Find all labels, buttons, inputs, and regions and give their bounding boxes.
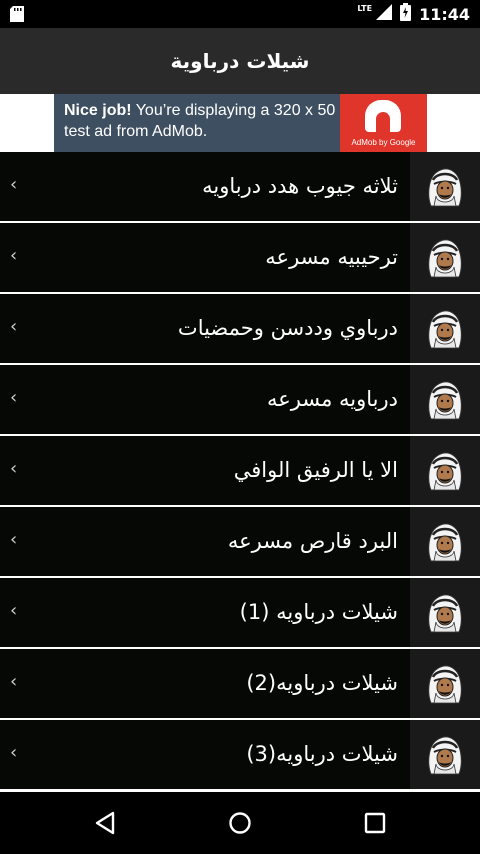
list-item[interactable]: ‹ ثلاثه جيوب هدد درباويه [0,152,480,221]
admob-logo-text: AdMob by Google [351,138,416,147]
list-item-label: ثلاثه جيوب هدد درباويه [202,174,398,198]
man-with-shemagh-icon [428,665,462,703]
avatar [410,223,480,292]
list-item[interactable]: ‹ الا يا الرفيق الوافي [0,436,480,505]
man-with-shemagh-icon [428,381,462,419]
chevron-left-icon: ‹ [10,600,18,621]
navigation-bar [0,792,480,854]
song-list: ‹ ثلاثه جيوب هدد درباويه ‹ ترحيبيه مسرعه [0,152,480,792]
signal-icon [376,4,393,24]
chevron-left-icon: ‹ [10,529,18,550]
avatar [410,436,480,505]
back-triangle-icon[interactable] [88,806,122,840]
chevron-left-icon: ‹ [10,671,18,692]
home-circle-icon[interactable] [223,806,257,840]
man-with-shemagh-icon [428,168,462,206]
chevron-left-icon: ‹ [10,316,18,337]
ad-container: Nice job! You’re displaying a 320 x 50 t… [0,94,480,152]
man-with-shemagh-icon [428,310,462,348]
chevron-left-icon: ‹ [10,742,18,763]
chevron-left-icon: ‹ [10,387,18,408]
list-item-label: درباويه مسرعه [266,387,398,411]
avatar [410,578,480,647]
chevron-left-icon: ‹ [10,458,18,479]
list-item-label: شيلات درباويه (1) [239,600,398,624]
ad-banner[interactable]: Nice job! You’re displaying a 320 x 50 t… [54,94,427,152]
list-item[interactable]: ‹ درباوي وددسن وحمضيات [0,294,480,363]
clock: 11:44 [419,4,470,24]
page-title: شيلات درباوية [170,49,310,73]
list-item-label: درباوي وددسن وحمضيات [177,316,398,340]
avatar [410,720,480,789]
list-item-label: شيلات درباويه(3) [246,742,398,766]
man-with-shemagh-icon [428,239,462,277]
list-item[interactable]: ‹ شيلات درباويه(2) [0,649,480,718]
ad-text: Nice job! You’re displaying a 320 x 50 t… [54,94,340,152]
man-with-shemagh-icon [428,594,462,632]
list-item-label: شيلات درباويه(2) [246,671,398,695]
list-item-label: الا يا الرفيق الوافي [233,458,398,482]
man-with-shemagh-icon [428,452,462,490]
list-item-label: ترحيبيه مسرعه [265,245,398,269]
status-icons: LTE 11:44 [357,0,470,28]
chevron-left-icon: ‹ [10,245,18,266]
avatar [410,507,480,576]
list-item[interactable]: ‹ شيلات درباويه (1) [0,578,480,647]
ad-headline: Nice job! [64,102,132,119]
network-type: LTE [357,3,373,13]
battery-icon [400,3,412,25]
list-item[interactable]: ‹ ترحيبيه مسرعه [0,223,480,292]
man-with-shemagh-icon [428,736,462,774]
chevron-left-icon: ‹ [10,174,18,195]
app-bar: شيلات درباوية [0,28,480,94]
admob-logo: AdMob by Google [340,94,427,152]
list-item[interactable]: ‹ درباويه مسرعه [0,365,480,434]
avatar [410,365,480,434]
avatar [410,294,480,363]
list-item-label: البرد قارص مسرعه [227,529,398,553]
avatar [410,649,480,718]
recents-square-icon[interactable] [358,806,392,840]
sd-card-icon [10,6,24,26]
admob-logo-icon [365,100,401,132]
avatar [410,152,480,221]
status-bar: LTE 11:44 [0,0,480,28]
list-item[interactable]: ‹ البرد قارص مسرعه [0,507,480,576]
man-with-shemagh-icon [428,523,462,561]
list-item[interactable]: ‹ شيلات درباويه(3) [0,720,480,789]
